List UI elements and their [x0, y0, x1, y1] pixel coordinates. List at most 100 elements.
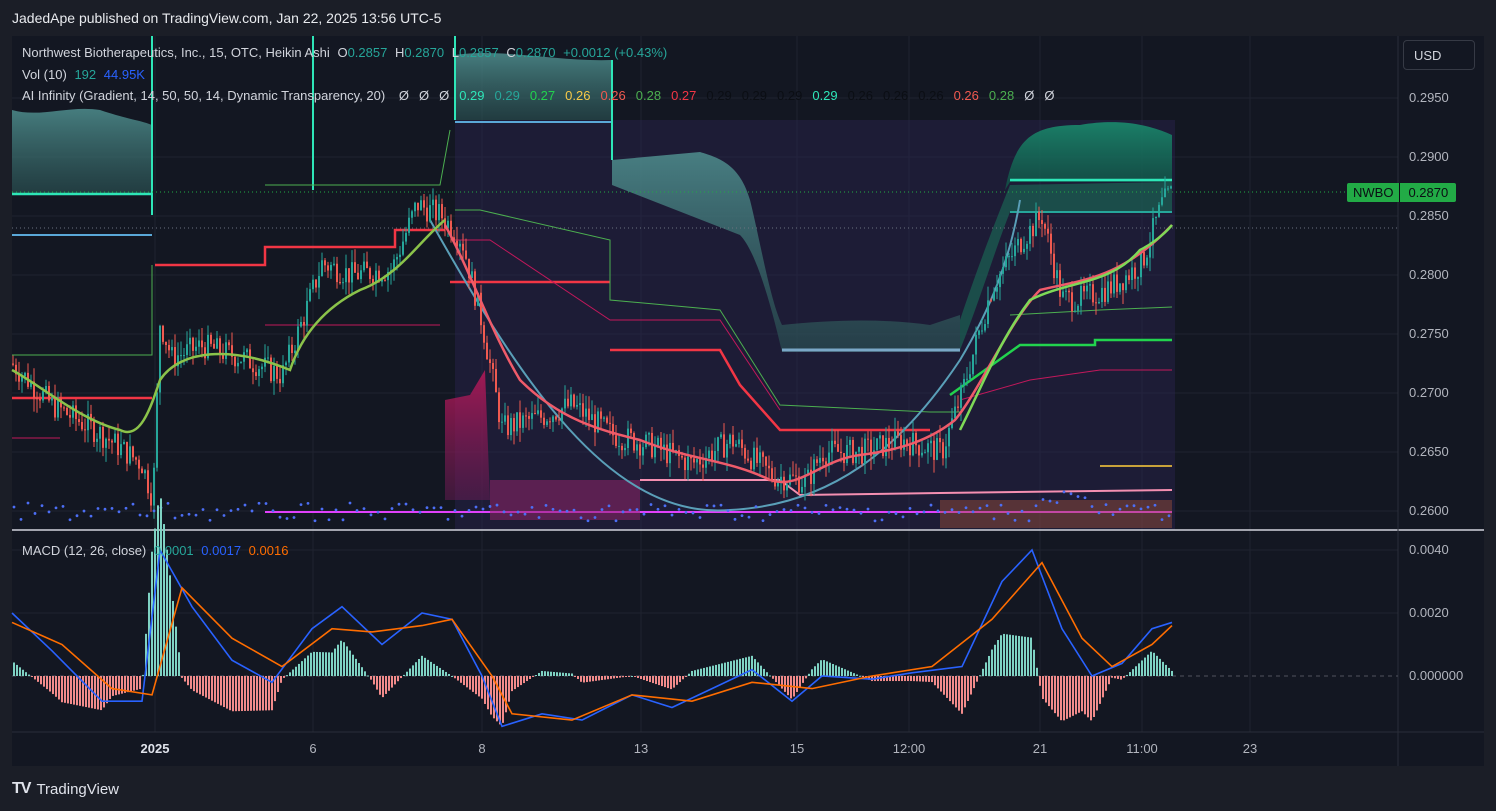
volume-dot — [383, 517, 387, 521]
candle-body — [858, 446, 860, 452]
price-tag-value: 0.2870 — [1408, 185, 1449, 200]
macd-hist-bar — [1027, 637, 1029, 676]
candle-body — [24, 372, 26, 377]
candle-body — [369, 268, 371, 279]
macd-hist-bar — [469, 676, 471, 690]
macd-hist-bar — [19, 667, 21, 676]
currency-button[interactable]: USD — [1403, 40, 1475, 70]
candle-body — [12, 363, 14, 365]
volume-dot — [1125, 504, 1129, 508]
macd-y-tick: 0.0020 — [1409, 605, 1449, 620]
macd-hist-bar — [424, 657, 426, 676]
volume-dot — [852, 508, 856, 512]
candle-body — [717, 437, 719, 452]
candle-body — [741, 439, 743, 448]
macd-hist-bar — [562, 672, 564, 676]
macd-hist-bar — [796, 676, 798, 692]
candle-body — [927, 443, 929, 453]
macd-hist-bar — [262, 676, 264, 711]
candle-body — [486, 342, 488, 360]
candle-body — [432, 199, 434, 206]
macd-hist-bar — [394, 676, 396, 685]
macd-hist-bar — [1033, 649, 1035, 676]
macd-hist-bar — [1039, 676, 1041, 686]
candle-body — [186, 344, 188, 356]
macd-hist-bar — [250, 676, 252, 711]
candle-body — [1023, 248, 1025, 253]
macd-hist-bar — [1015, 635, 1017, 676]
macd-hist-bar — [88, 676, 90, 708]
volume-dot — [1034, 504, 1038, 508]
macd-hist-bar — [727, 661, 729, 676]
macd-hist-bar — [430, 661, 432, 676]
candle-body — [600, 411, 602, 419]
macd-hist-bar — [343, 642, 345, 676]
candle-body — [543, 417, 545, 425]
candle-body — [462, 243, 464, 251]
macd-hist-bar — [73, 676, 75, 705]
macd-hist-bar — [283, 676, 285, 678]
macd-hist-bar — [277, 676, 279, 692]
volume-dot — [229, 509, 233, 513]
candle-body — [756, 447, 758, 463]
macd-hist-bar — [475, 676, 477, 695]
candle-body — [744, 447, 746, 459]
macd-hist-bar — [85, 676, 87, 708]
macd-hist-bar — [1030, 637, 1032, 676]
volume-dot — [1027, 519, 1031, 523]
macd-hist-bar — [832, 664, 834, 676]
candle-body — [78, 419, 80, 423]
candle-body — [1170, 186, 1172, 189]
macd-hist-bar — [286, 675, 288, 677]
volume-dot — [656, 507, 660, 511]
legend-vol-value2: 44.95K — [103, 67, 145, 82]
candle-body — [168, 344, 170, 351]
candle-body — [354, 262, 356, 273]
legend-low: 0.2857 — [458, 45, 499, 60]
volume-dot — [845, 507, 849, 511]
candle-body — [180, 355, 182, 357]
volume-dot — [782, 508, 786, 511]
candle-body — [411, 211, 413, 218]
volume-dot — [880, 518, 884, 522]
candle-body — [567, 398, 569, 407]
y-tick: 0.2750 — [1409, 326, 1449, 341]
macd-hist-bar — [1105, 676, 1107, 691]
chart-canvas[interactable] — [0, 0, 1496, 811]
macd-hist-bar — [58, 676, 60, 700]
macd-hist-bar — [1087, 676, 1089, 718]
volume-dot — [572, 508, 576, 512]
candle-body — [498, 392, 500, 423]
candle-body — [738, 439, 740, 445]
candle-body — [339, 282, 341, 284]
macd-hist-bar — [730, 661, 732, 676]
macd-hist-bar — [160, 498, 162, 676]
macd-hist-bar — [43, 676, 45, 687]
candle-body — [714, 451, 716, 461]
tradingview-footer[interactable]: TV TradingView — [12, 780, 119, 798]
macd-hist-bar — [409, 668, 411, 676]
candle-body — [867, 438, 869, 440]
candle-body — [579, 403, 581, 405]
macd-hist-bar — [322, 652, 324, 676]
ai-value: 0.27 — [671, 88, 697, 103]
candle-body — [549, 421, 551, 423]
candle-body — [276, 365, 278, 379]
candle-body — [225, 342, 227, 359]
macd-hist-bar — [631, 676, 633, 677]
candle-body — [780, 476, 782, 481]
volume-dot — [404, 502, 408, 506]
macd-hist-bar — [1162, 661, 1164, 676]
macd-hist-bar — [658, 676, 660, 686]
macd-hist-bar — [421, 655, 423, 676]
candle-body — [594, 414, 596, 433]
volume-dot — [509, 513, 513, 517]
macd-hist-bar — [1114, 676, 1116, 679]
macd-hist-bar — [295, 666, 297, 676]
macd-hist-bar — [1147, 654, 1149, 676]
candle-body — [345, 268, 347, 283]
macd-hist-bar — [976, 676, 978, 682]
volume-dot — [61, 504, 65, 508]
macd-hist-bar — [517, 676, 519, 688]
macd-hist-bar — [61, 676, 63, 703]
